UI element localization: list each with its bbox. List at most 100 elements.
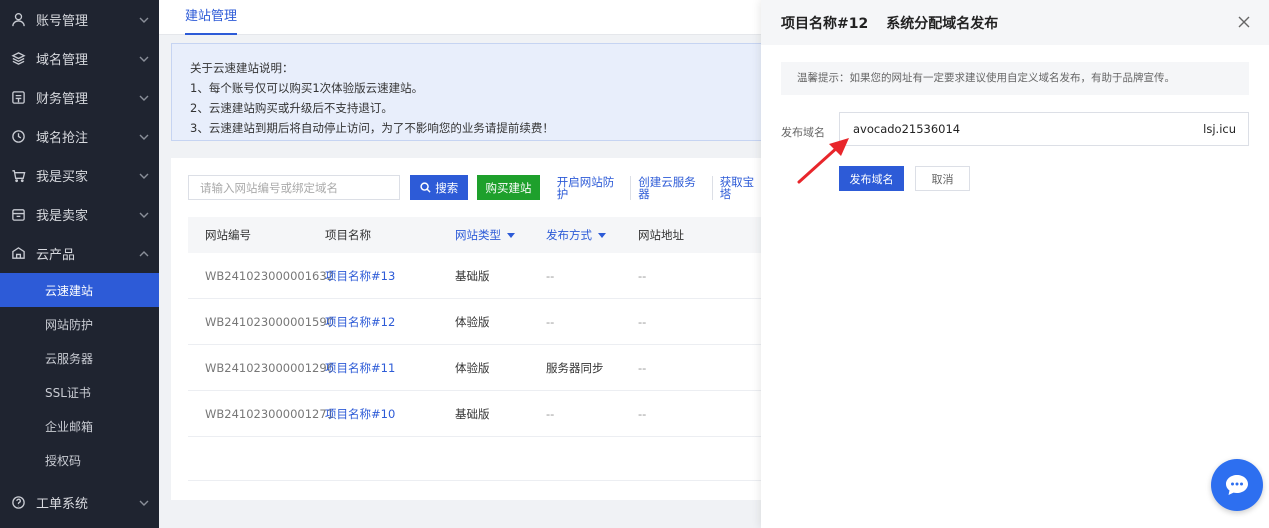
cell-site-id: WB241023000001632 (205, 268, 335, 283)
cell-site-url: -- (638, 268, 647, 283)
notice-line: 2、云速建站购买或升级后不支持退订。 (190, 101, 393, 115)
sidebar-item-finance[interactable]: 财务管理 (0, 78, 159, 117)
sidebar-item-label: 我是卖家 (36, 209, 89, 224)
link-create-server[interactable]: 创建云服务器 (631, 175, 713, 200)
cell-site-id: WB241023000001296 (205, 360, 335, 375)
user-icon (10, 12, 26, 28)
cloud-icon (10, 246, 26, 262)
col-project-name: 项目名称 (325, 228, 371, 242)
red-arrow-annotation (797, 138, 849, 184)
cell-site-id: WB241023000001590 (205, 314, 335, 329)
sidebar-sub-site-builder[interactable]: 云速建站 (0, 273, 159, 307)
search-button[interactable]: 搜索 (410, 175, 469, 200)
help-icon (10, 495, 26, 511)
notice-line: 1、每个账号仅可以购买1次体验版云速建站。 (190, 81, 424, 95)
tip-box: 温馨提示：如果您的网址有一定要求建议使用自定义域名发布，有助于品牌宣传。 (781, 62, 1249, 95)
cell-site-id: WB241023000001271 (205, 406, 335, 421)
domain-input[interactable]: avocado21536014 lsj.icu (839, 112, 1249, 146)
cell-publish-mode: -- (546, 406, 555, 421)
tab-site-management[interactable]: 建站管理 (185, 0, 238, 35)
table-row: WB241023000001632 项目名称#13 基础版 -- -- (188, 253, 771, 299)
table-header: 网站编号 项目名称 网站类型 发布方式 网站地址 (188, 217, 771, 253)
table-row: WB241023000001296 项目名称#11 体验版 服务器同步 -- (188, 345, 771, 391)
site-panel: 搜索 购买建站 开启网站防护 创建云服务器 获取宝塔 网站编号 项目名称 网站类… (171, 158, 771, 500)
chevron-down-icon (129, 15, 159, 25)
sidebar: 账号管理 域名管理 财务管理 域名抢注 我是买家 我是卖家 云产品 云速建站 网… (0, 0, 159, 528)
sidebar-item-account[interactable]: 账号管理 (0, 0, 159, 39)
chevron-down-icon (129, 171, 159, 181)
close-icon[interactable] (1237, 15, 1251, 29)
domain-input-value: avocado21536014 (853, 122, 961, 136)
layers-icon (10, 51, 26, 67)
cart-icon (10, 168, 26, 184)
table-row: WB241023000001590 项目名称#12 体验版 -- -- (188, 299, 771, 345)
toolbar: 搜索 购买建站 开启网站防护 创建云服务器 获取宝塔 (188, 175, 771, 200)
notice-box: 关于云速建站说明： 1、每个账号仅可以购买1次体验版云速建站。 2、云速建站购买… (171, 43, 771, 141)
chevron-down-icon (129, 93, 159, 103)
cell-site-type: 体验版 (455, 314, 490, 329)
sidebar-item-cloud[interactable]: 云产品 (0, 234, 159, 273)
store-icon (10, 207, 26, 223)
publish-domain-drawer: 项目名称#12 系统分配域名发布 温馨提示：如果您的网址有一定要求建议使用自定义… (761, 0, 1269, 528)
search-input[interactable] (188, 175, 401, 200)
chevron-down-icon (129, 54, 159, 64)
sidebar-item-label: 域名抢注 (36, 131, 89, 146)
search-button-label: 搜索 (435, 180, 459, 195)
domain-suffix: lsj.icu (1203, 122, 1236, 136)
col-site-id: 网站编号 (205, 228, 251, 242)
notice-line: 3、云速建站到期后将自动停止访问，为了不影响您的业务请提前续费！ (190, 121, 554, 135)
chevron-down-icon (129, 132, 159, 142)
sidebar-sub-ssl[interactable]: SSL证书 (0, 375, 159, 409)
cell-publish-mode: 服务器同步 (546, 360, 604, 375)
sidebar-item-buyer[interactable]: 我是买家 (0, 156, 159, 195)
wallet-icon (10, 90, 26, 106)
sidebar-item-label: 云产品 (36, 248, 76, 263)
chevron-down-icon (129, 210, 159, 220)
chat-button[interactable] (1211, 459, 1263, 511)
site-table: 网站编号 项目名称 网站类型 发布方式 网站地址 WB2410230000016… (188, 217, 771, 481)
cell-project-link[interactable]: 项目名称#11 (325, 360, 455, 376)
drawer-title-project: 项目名称#12 (781, 15, 869, 32)
sidebar-sub-auth-code[interactable]: 授权码 (0, 443, 159, 477)
sidebar-item-label: 工单系统 (36, 497, 89, 512)
col-site-type-label: 网站类型 (455, 228, 501, 242)
cell-site-url: -- (638, 360, 647, 375)
sidebar-sub-cloud-server[interactable]: 云服务器 (0, 341, 159, 375)
sidebar-item-label: 财务管理 (36, 92, 89, 107)
cell-site-url: -- (638, 314, 647, 329)
sidebar-sub-site-protect[interactable]: 网站防护 (0, 307, 159, 341)
cell-site-url: -- (638, 406, 647, 421)
main-content: 建站管理 关于云速建站说明： 1、每个账号仅可以购买1次体验版云速建站。 2、云… (159, 0, 771, 528)
cancel-button[interactable]: 取消 (915, 166, 970, 191)
cell-publish-mode: -- (546, 314, 555, 329)
sidebar-item-label: 账号管理 (36, 14, 89, 29)
chat-icon (1226, 475, 1248, 495)
search-icon (420, 182, 431, 193)
link-site-protect[interactable]: 开启网站防护 (550, 175, 632, 200)
chevron-up-icon (129, 249, 159, 259)
sidebar-sub-mail[interactable]: 企业邮箱 (0, 409, 159, 443)
drawer-title-action: 系统分配域名发布 (886, 15, 999, 32)
cell-site-type: 基础版 (455, 406, 490, 421)
cell-project-link[interactable]: 项目名称#12 (325, 314, 455, 330)
sidebar-item-ticket[interactable]: 工单系统 (0, 483, 159, 522)
topbar: 建站管理 (159, 0, 761, 35)
sidebar-item-domain[interactable]: 域名管理 (0, 39, 159, 78)
sidebar-item-label: 我是买家 (36, 170, 89, 185)
col-publish-mode[interactable]: 发布方式 (546, 227, 638, 243)
cell-site-type: 基础版 (455, 268, 490, 283)
chevron-down-icon (129, 498, 159, 508)
table-row: WB241023000001271 项目名称#10 基础版 -- -- (188, 391, 771, 437)
cell-project-link[interactable]: 项目名称#10 (325, 406, 455, 422)
caret-down-icon (598, 232, 606, 238)
cell-project-link[interactable]: 项目名称#13 (325, 268, 455, 284)
cell-publish-mode: -- (546, 268, 555, 283)
buy-site-button[interactable]: 购买建站 (477, 175, 540, 200)
sidebar-item-snap[interactable]: 域名抢注 (0, 117, 159, 156)
col-publish-mode-label: 发布方式 (546, 228, 592, 242)
col-site-type[interactable]: 网站类型 (455, 227, 546, 243)
cell-site-type: 体验版 (455, 360, 490, 375)
caret-down-icon (507, 232, 515, 238)
drawer-header: 项目名称#12 系统分配域名发布 (761, 0, 1269, 45)
sidebar-item-seller[interactable]: 我是卖家 (0, 195, 159, 234)
